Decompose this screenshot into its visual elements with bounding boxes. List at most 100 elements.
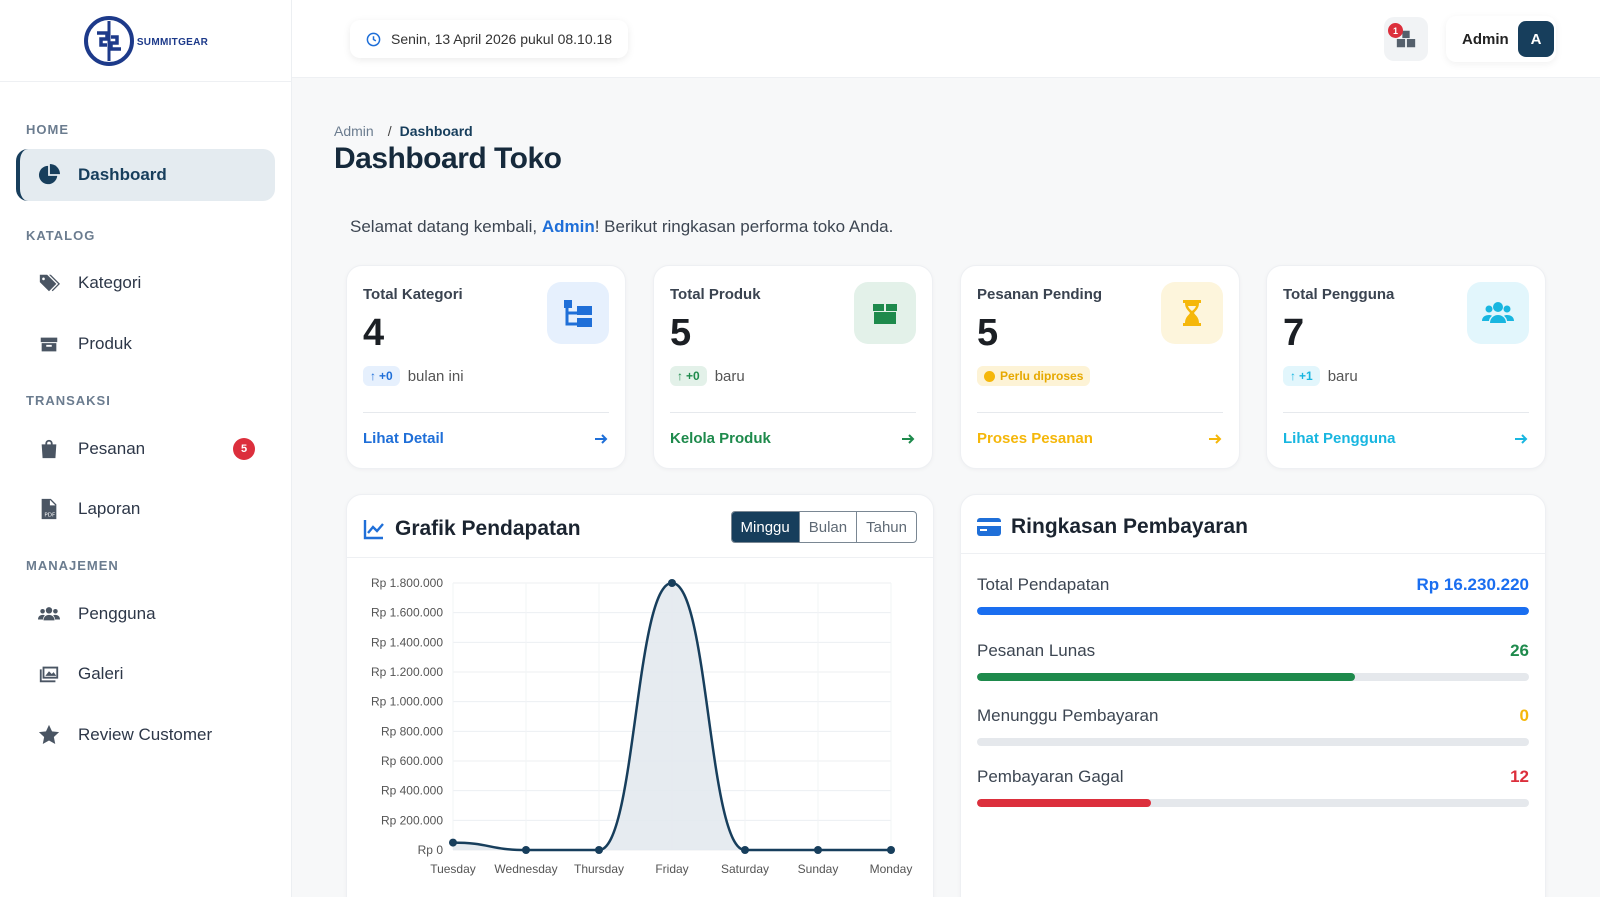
sidebar-item-kategori[interactable]: Kategori [16, 257, 275, 309]
sitemap-icon [547, 282, 609, 344]
sidebar-item-label: Kategori [78, 273, 142, 292]
stat-meta-text: baru [714, 367, 745, 385]
line-chart-icon [363, 520, 384, 540]
welcome-message: Selamat datang kembali, Admin! Berikut r… [350, 217, 893, 237]
datetime-display: Senin, 13 April 2026 pukul 08.10.18 [350, 20, 629, 58]
delta-value: +0 [686, 369, 700, 383]
data-point [741, 846, 749, 854]
breadcrumb-separator: / [387, 123, 392, 139]
revenue-chart: Rp 0 Rp 200.000 Rp 400.000 Rp 600.000 Rp 800… [371, 576, 912, 876]
y-tick-label: Rp 1.000.000 [371, 695, 443, 709]
breadcrumb-root[interactable]: Admin [334, 123, 374, 139]
x-tick-label: Thursday [574, 862, 624, 876]
stat-card-pengguna: Total Pengguna 7 ↑ +1 baru Lihat Penggun… [1266, 265, 1546, 469]
progress-track [977, 607, 1529, 615]
user-menu[interactable]: Admin A [1446, 16, 1556, 62]
brand-name: SUMMITGEAR [136, 37, 209, 48]
period-toggle: Minggu Bulan Tahun [730, 511, 917, 543]
lihat-detail-link[interactable]: Lihat Detail [363, 430, 609, 447]
y-tick-label: Rp 1.800.000 [371, 576, 443, 590]
payment-title: Ringkasan Pembayaran [1011, 515, 1248, 538]
sidebar-item-produk[interactable]: Produk [16, 318, 275, 370]
sidebar-item-review-customer[interactable]: Review Customer [16, 709, 275, 761]
stat-label: Pesanan Pending [977, 286, 1103, 303]
tab-minggu[interactable]: Minggu [731, 512, 799, 542]
breadcrumb-current: Dashboard [399, 123, 473, 139]
y-tick-label: Rp 1.400.000 [371, 635, 443, 649]
y-tick-label: Rp 0 [418, 843, 444, 857]
stat-value: 4 [363, 312, 385, 354]
progress-fill [977, 607, 1529, 615]
sidebar-item-label: Dashboard [78, 165, 167, 184]
sidebar-item-label: Pesanan [78, 439, 146, 458]
arrow-right-icon [1209, 433, 1222, 444]
brand-logo[interactable]: SUMMITGEAR [0, 0, 291, 82]
arrow-right-icon [902, 433, 915, 444]
progress-fill [977, 673, 1356, 681]
avatar: A [1518, 21, 1554, 57]
tab-tahun[interactable]: Tahun [856, 512, 916, 542]
x-tick-label: Sunday [798, 862, 839, 876]
stat-meta: ↑ +0 baru [670, 366, 745, 386]
box-icon [36, 331, 62, 357]
tab-bulan[interactable]: Bulan [798, 512, 856, 542]
link-label: Proses Pesanan [977, 430, 1093, 447]
credit-card-icon [977, 518, 1001, 536]
topbar: Senin, 13 April 2026 pukul 08.10.18 1 Ad… [292, 0, 1600, 78]
images-icon [36, 661, 62, 687]
stat-label: Total Pengguna [1283, 286, 1395, 303]
sidebar-item-galeri[interactable]: Galeri [16, 648, 275, 700]
divider [347, 557, 933, 558]
shopping-bag-icon [36, 436, 62, 462]
x-tick-label: Tuesday [430, 862, 476, 876]
stat-card-kategori: Total Kategori 4 ↑ +0 bulan ini Lihat De… [346, 265, 626, 469]
payment-row-label: Menunggu Pembayaran [977, 706, 1159, 725]
y-tick-label: Rp 1.600.000 [371, 606, 443, 620]
sidebar-item-laporan[interactable]: PDF Laporan [16, 483, 275, 535]
y-tick-label: Rp 400.000 [381, 784, 443, 798]
delta-value: +1 [1299, 369, 1313, 383]
sidebar-item-label: Laporan [78, 499, 141, 518]
payment-row-value: 12 [1510, 767, 1529, 786]
clock-dot-icon [984, 370, 995, 382]
divider [363, 412, 609, 413]
link-label: Lihat Detail [363, 430, 444, 447]
link-label: Kelola Produk [670, 430, 771, 447]
user-name: Admin [1462, 30, 1509, 48]
y-tick-label: Rp 600.000 [381, 754, 443, 768]
x-tick-label: Saturday [721, 862, 769, 876]
stat-meta: ↑ +1 baru [1283, 366, 1358, 386]
notification-badge: 1 [1388, 23, 1403, 38]
revenue-chart-card: Grafik Pendapatan Minggu Bulan Tahun Rp … [346, 494, 934, 897]
sidebar-item-pesanan[interactable]: Pesanan 5 [16, 423, 275, 475]
sidebar-item-label: Produk [78, 334, 132, 353]
payment-row: Menunggu Pembayaran 0 [977, 706, 1529, 746]
delta-pill: ↑ +1 [1283, 366, 1320, 386]
clock-icon [366, 32, 381, 46]
payment-row-value: 26 [1510, 641, 1529, 660]
summitgear-logo-icon [83, 15, 134, 66]
page-title: Dashboard Toko [334, 142, 562, 175]
sidebar-item-dashboard[interactable]: Dashboard [16, 149, 275, 201]
payment-row-label: Pembayaran Gagal [977, 767, 1124, 786]
sidebar-item-pengguna[interactable]: Pengguna [16, 588, 275, 640]
proses-pesanan-link[interactable]: Proses Pesanan [977, 430, 1223, 447]
y-tick-label: Rp 200.000 [381, 813, 443, 827]
progress-fill [977, 799, 1152, 807]
stat-meta: ↑ +0 bulan ini [363, 366, 464, 386]
payment-row-label: Total Pendapatan [977, 575, 1110, 594]
stat-card-produk: Total Produk 5 ↑ +0 baru Kelola Produk [653, 265, 933, 469]
notification-button[interactable]: 1 [1384, 17, 1428, 61]
tags-icon [36, 270, 62, 296]
kelola-produk-link[interactable]: Kelola Produk [670, 430, 916, 447]
stat-value: 7 [1283, 312, 1305, 354]
status-badge: Perlu diproses [977, 366, 1091, 386]
progress-track [977, 738, 1529, 746]
sidebar-item-label: Review Customer [78, 725, 213, 744]
divider [670, 412, 916, 413]
payment-row: Total Pendapatan Rp 16.230.220 [977, 575, 1529, 615]
pie-chart-icon [36, 162, 62, 188]
stat-meta: Perlu diproses [977, 366, 1091, 386]
lihat-pengguna-link[interactable]: Lihat Pengguna [1283, 430, 1529, 447]
pesanan-count-badge: 5 [233, 438, 255, 460]
